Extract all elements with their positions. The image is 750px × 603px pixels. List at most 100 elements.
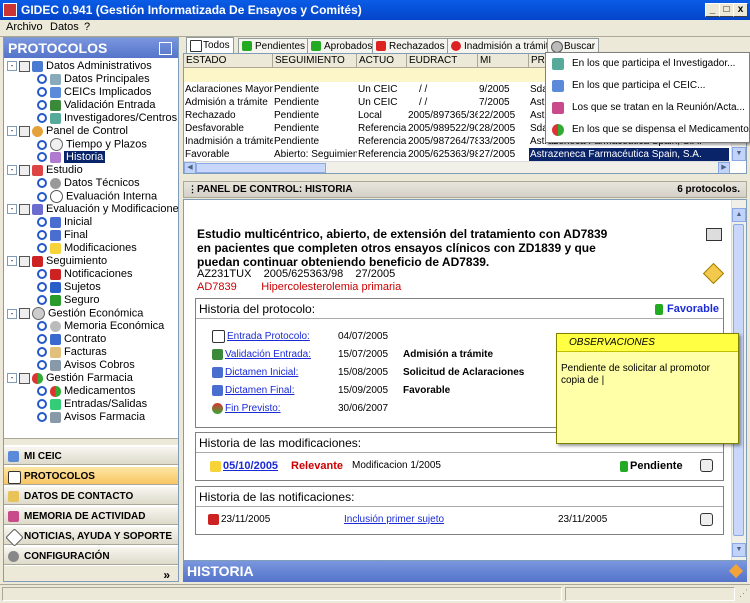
collapse-icon[interactable]: [159, 42, 172, 55]
close-button[interactable]: x: [733, 3, 748, 17]
scroll-down-icon[interactable]: ▼: [732, 543, 746, 557]
document-icon: [190, 40, 202, 52]
scroll-down-icon[interactable]: ▼: [732, 147, 746, 161]
minimize-button[interactable]: _: [705, 3, 720, 17]
fin-previsto-link[interactable]: Fin Previsto:: [225, 403, 281, 414]
entrada-link[interactable]: Entrada Protocolo:: [227, 331, 310, 342]
modification-name: Modificacion 1/2005: [352, 460, 441, 471]
tree-notificaciones[interactable]: Notificaciones: [37, 268, 132, 281]
observations-text[interactable]: Pendiente de solicitar al promotor copia…: [561, 363, 733, 387]
cell: Pendiente: [274, 136, 320, 147]
tree-ceics-implicados[interactable]: CEICs Implicados: [37, 86, 151, 99]
tree-evaluacion-modificaciones[interactable]: - Evaluación y Modificaciones: [7, 203, 178, 216]
navigate-icon[interactable]: [728, 563, 744, 579]
runner-icon: [208, 513, 219, 525]
history-status: Favorable: [655, 299, 719, 319]
cell: Referencia: [358, 149, 407, 160]
section-datos-contacto[interactable]: DATOS DE CONTACTO: [4, 486, 178, 505]
chevron-down-icon[interactable]: »: [163, 568, 170, 581]
section-mi-ceic[interactable]: MI CEIC: [4, 446, 178, 465]
tree-investigadores[interactable]: Investigadores/Centros: [37, 112, 177, 125]
hand-icon[interactable]: [700, 513, 713, 526]
menu-datos[interactable]: Datos: [50, 21, 79, 33]
print-icon[interactable]: [706, 228, 722, 241]
tree-entradas-salidas[interactable]: Entradas/Salidas: [37, 398, 147, 411]
grid-horizontal-scrollbar[interactable]: ◀ ▶: [184, 161, 730, 173]
tab-aprobados[interactable]: Aprobados: [307, 38, 377, 53]
tree-estudio[interactable]: - Estudio: [7, 164, 83, 177]
maximize-button[interactable]: □: [719, 3, 734, 17]
menu-item-reunion[interactable]: Los que se tratan en la Reunión/Acta...: [546, 97, 747, 119]
scroll-thumb[interactable]: [196, 163, 326, 173]
tab-todos[interactable]: Todos: [186, 37, 234, 54]
tab-inadmision[interactable]: Inadmisión a trámite: [447, 38, 559, 53]
tree-datos-administrativos[interactable]: - Datos Administrativos: [7, 60, 152, 73]
section-memoria-actividad[interactable]: MEMORIA DE ACTIVIDAD: [4, 506, 178, 525]
tab-rechazados[interactable]: Rechazados: [372, 38, 449, 53]
tree-datos-tecnicos[interactable]: Datos Técnicos: [37, 177, 140, 190]
envelope-icon: [8, 511, 19, 522]
resize-grip-icon[interactable]: ⋰: [739, 588, 748, 599]
section-protocolos[interactable]: PROTOCOLOS: [4, 466, 178, 485]
menu-item-ceic[interactable]: En los que participa el CEIC...: [546, 75, 747, 97]
tree-seguimiento[interactable]: - Seguimiento: [7, 255, 107, 268]
tree-facturas[interactable]: Facturas: [37, 346, 107, 359]
col-estado[interactable]: ESTADO: [184, 54, 273, 68]
modification-date-link[interactable]: 05/10/2005: [223, 460, 278, 472]
hand-icon[interactable]: [700, 459, 713, 472]
tab-buscar[interactable]: Buscar: [547, 38, 600, 53]
observations-note[interactable]: OBSERVACIONES Pendiente de solicitar al …: [556, 333, 739, 444]
tab-pendientes[interactable]: Pendientes: [238, 38, 310, 53]
section-configuracion[interactable]: CONFIGURACIÓN: [4, 546, 178, 565]
tree-seguro[interactable]: Seguro: [37, 294, 99, 307]
menu-item-investigador[interactable]: En los que participa el Investigador...: [546, 53, 747, 75]
scroll-right-icon[interactable]: ▶: [718, 162, 730, 173]
tree-gestion-economica[interactable]: - Gestión Económica: [7, 307, 143, 320]
tree-evaluacion-interna[interactable]: Evaluación Interna: [37, 190, 157, 203]
scroll-left-icon[interactable]: ◀: [184, 162, 196, 173]
col-eudract[interactable]: EUDRACT: [407, 54, 478, 68]
cell: Pendiente: [274, 123, 320, 134]
tree-gestion-farmacia[interactable]: - Gestión Farmacia: [7, 372, 133, 385]
tag-icon[interactable]: [702, 262, 725, 285]
splitter[interactable]: [4, 438, 178, 445]
runner-icon: [32, 255, 43, 267]
tree-contrato[interactable]: Contrato: [37, 333, 106, 346]
col-seguimiento[interactable]: SEGUIMIENTO: [273, 54, 357, 68]
tree-final[interactable]: Final: [37, 229, 88, 242]
tree-datos-principales[interactable]: Datos Principales: [37, 73, 150, 86]
finish-icon: [212, 402, 223, 414]
tree-avisos-cobros[interactable]: Avisos Cobros: [37, 359, 135, 372]
tree-validacion-entrada[interactable]: Validación Entrada: [37, 99, 156, 112]
study-icon: [32, 164, 43, 176]
tree-historia[interactable]: Historia: [37, 151, 106, 164]
tree-memoria-economica[interactable]: Memoria Económica: [37, 320, 164, 333]
tree-modificaciones[interactable]: Modificaciones: [37, 242, 137, 255]
menu-item-medicamento[interactable]: En los que se dispensa el Medicamento...: [546, 119, 750, 141]
entry-icon: [212, 348, 223, 360]
runner-icon: [50, 268, 61, 280]
cell: Rechazado: [185, 110, 236, 121]
horizontal-splitter[interactable]: [183, 174, 747, 180]
selected-cell: Astrazeneca Farmacéutica Spain, S.A.: [529, 148, 729, 161]
dictamen-inicial-link[interactable]: Dictamen Inicial:: [225, 367, 298, 378]
tree-avisos-farmacia[interactable]: Avisos Farmacia: [37, 411, 145, 424]
protocol-tree: - Datos Administrativos Datos Principales…: [4, 59, 178, 479]
section-noticias[interactable]: NOTICIAS, AYUDA Y SOPORTE: [4, 526, 178, 547]
tree-medicamentos[interactable]: Medicamentos: [37, 385, 136, 398]
tree-tiempo-plazos[interactable]: Tiempo y Plazos: [37, 138, 147, 151]
tree-panel-control[interactable]: - Panel de Control: [7, 125, 128, 138]
cell: 7/2005: [479, 97, 510, 108]
menu-archivo[interactable]: Archivo: [6, 21, 43, 33]
col-actuo[interactable]: ACTUO: [357, 54, 407, 68]
menu-help[interactable]: ?: [84, 21, 90, 33]
drag-handle-icon[interactable]: ⋮: [188, 182, 197, 197]
notification-link[interactable]: Inclusión primer sujeto: [344, 513, 444, 527]
scroll-up-icon[interactable]: ▲: [732, 208, 746, 222]
tree-inicial[interactable]: Inicial: [37, 216, 92, 229]
dictamen-final-link[interactable]: Dictamen Final:: [225, 385, 294, 396]
validacion-link[interactable]: Validación Entrada:: [225, 349, 311, 360]
sidebar-title-text: PROTOCOLOS: [8, 40, 108, 56]
col-mi-codigo[interactable]: MI CODIGO: [478, 54, 529, 68]
tree-sujetos[interactable]: Sujetos: [37, 281, 101, 294]
